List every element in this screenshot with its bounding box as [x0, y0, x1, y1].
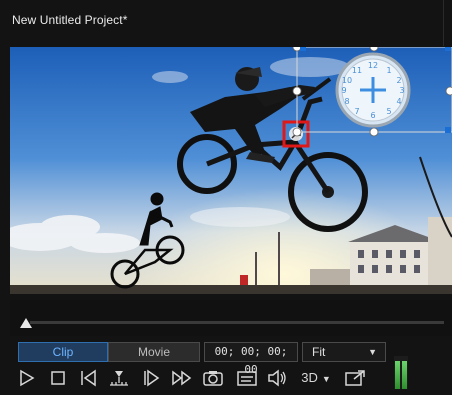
zoom-select[interactable]: Fit ▼ — [302, 342, 386, 362]
scrubber-thumb[interactable] — [20, 318, 32, 328]
snapshot-button[interactable] — [202, 368, 224, 388]
3d-mode-button[interactable]: 3D ▼ — [298, 368, 334, 388]
audio-level-meter — [394, 356, 408, 389]
svg-text:2: 2 — [396, 76, 401, 85]
svg-text:8: 8 — [344, 97, 349, 106]
play-button[interactable] — [16, 368, 36, 388]
clip-mode-button[interactable]: Clip — [18, 342, 108, 362]
subtitle-button[interactable] — [236, 368, 258, 388]
next-frame-icon — [144, 369, 160, 387]
svg-text:7: 7 — [354, 107, 359, 116]
movie-mode-button[interactable]: Movie — [108, 342, 200, 362]
control-row: Clip Movie 00; 00; 00; 00 Fit ▼ — [0, 342, 452, 376]
timecode-display[interactable]: 00; 00; 00; 00 — [204, 342, 298, 376]
volume-icon — [268, 369, 286, 387]
fast-forward-icon — [172, 370, 192, 386]
external-display-icon — [345, 370, 365, 386]
project-title: New Untitled Project* — [12, 13, 128, 27]
preview-image: 12 1 2 3 4 5 6 7 8 9 10 11 — [10, 47, 452, 294]
svg-text:6: 6 — [370, 111, 375, 120]
subtitle-icon — [237, 371, 257, 386]
svg-text:12: 12 — [368, 61, 378, 70]
next-frame-button[interactable] — [140, 368, 162, 388]
svg-text:10: 10 — [342, 76, 352, 85]
audio-level-left — [395, 361, 400, 389]
preview-window: New Untitled Project* 12 1 2 3 4 5 6 7 8… — [0, 0, 452, 395]
split-button[interactable] — [108, 368, 130, 388]
external-display-button[interactable] — [344, 368, 368, 388]
3d-dropdown-icon: ▼ — [321, 374, 331, 384]
svg-text:5: 5 — [386, 107, 391, 116]
snapshot-icon — [203, 371, 223, 386]
svg-text:9: 9 — [341, 86, 346, 95]
svg-text:1: 1 — [386, 66, 391, 75]
zoom-value: Fit — [312, 345, 326, 359]
split-icon — [110, 371, 128, 386]
stop-icon — [51, 371, 65, 385]
dropdown-arrow-icon: ▼ — [368, 347, 377, 357]
clock-overlay: 12 1 2 3 4 5 6 7 8 9 10 11 — [335, 52, 411, 128]
previous-frame-icon — [81, 369, 96, 387]
volume-button[interactable] — [266, 368, 288, 388]
fast-forward-button[interactable] — [170, 368, 194, 388]
previous-frame-button[interactable] — [78, 368, 100, 388]
svg-text:11: 11 — [352, 66, 362, 75]
scrubber-track[interactable] — [30, 321, 444, 324]
scrubber-area — [10, 300, 452, 336]
audio-level-right — [402, 361, 407, 389]
3d-mode-label: 3D — [301, 370, 318, 385]
video-preview[interactable]: 12 1 2 3 4 5 6 7 8 9 10 11 — [10, 47, 452, 294]
svg-text:3: 3 — [399, 86, 404, 95]
play-icon — [20, 369, 35, 387]
stop-button[interactable] — [48, 368, 68, 388]
svg-text:4: 4 — [396, 97, 401, 106]
title-divider — [443, 0, 444, 46]
